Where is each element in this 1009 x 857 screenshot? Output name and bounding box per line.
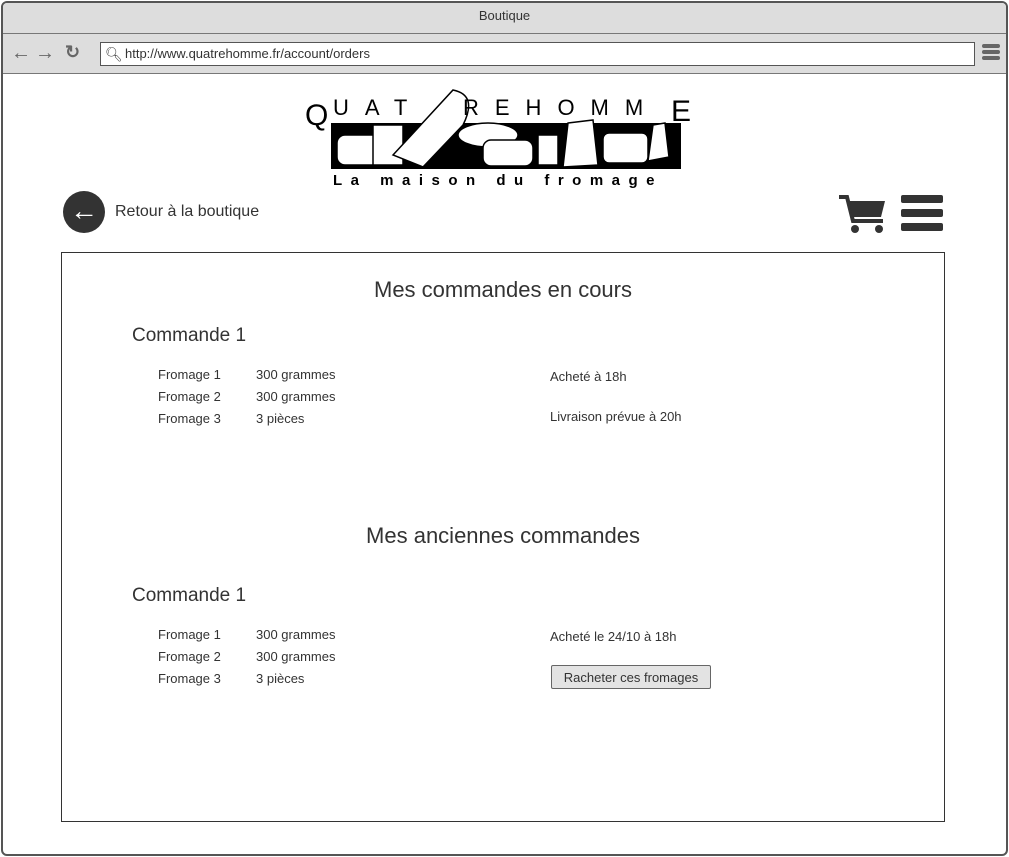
svg-text:Q: Q [305,99,328,132]
purchase-time: Acheté à 18h [550,369,627,384]
item-name: Fromage 1 [158,367,221,382]
url-bar[interactable]: 🔍︎ http://www.quatrehomme.fr/account/orde… [100,42,975,66]
svg-text:UAT: UAT [333,95,423,120]
item-name: Fromage 1 [158,627,221,642]
cart-icon[interactable] [839,193,887,235]
browser-navbar: ← → ↻ 🔍︎ http://www.quatrehomme.fr/accoun… [3,34,1006,74]
search-icon: 🔍︎ [105,46,123,62]
item-qty: 300 grammes [256,649,336,664]
svg-text:E: E [671,95,691,128]
item-name: Fromage 2 [158,649,221,664]
browser-menu-icon[interactable] [982,44,1000,62]
past-order-title: Commande 1 [132,585,247,606]
purchase-date: Acheté le 24/10 à 18h [550,629,677,644]
menu-icon[interactable] [901,195,943,237]
back-to-shop-label: Retour à la boutique [115,203,260,220]
item-qty: 300 grammes [256,389,336,404]
delivery-time: Livraison prévue à 20h [550,409,682,424]
browser-window: Boutique ← → ↻ 🔍︎ http://www.quatrehomme.… [1,1,1008,856]
past-orders-title: Mes anciennes commandes [366,523,640,548]
item-name: Fromage 3 [158,671,221,686]
url-text: http://www.quatrehomme.fr/account/orders [125,46,370,61]
orders-panel: Mes commandes en cours Commande 1 Fromag… [61,252,945,822]
current-orders-title: Mes commandes en cours [374,277,632,302]
back-arrow-icon[interactable]: ← [11,42,31,65]
quatrehomme-logo[interactable]: Q E UAT REHOMM La maison du fromage [303,85,713,190]
item-qty: 3 pièces [256,671,305,686]
item-qty: 300 grammes [256,367,336,382]
window-title: Boutique [3,3,1006,34]
rebuy-button[interactable]: Racheter ces fromages [551,665,711,689]
arrow-left-circle-icon: ← [63,191,105,233]
item-name: Fromage 2 [158,389,221,404]
logo-tagline: La maison du fromage [333,172,663,189]
item-qty: 300 grammes [256,627,336,642]
back-to-shop-link[interactable]: ← Retour à la boutique [63,191,259,233]
svg-text:REHOMM: REHOMM [463,95,659,120]
forward-arrow-icon[interactable]: → [35,42,55,65]
item-qty: 3 pièces [256,411,305,426]
current-order-title: Commande 1 [132,325,247,346]
item-name: Fromage 3 [158,411,221,426]
reload-icon[interactable]: ↻ [65,42,80,63]
